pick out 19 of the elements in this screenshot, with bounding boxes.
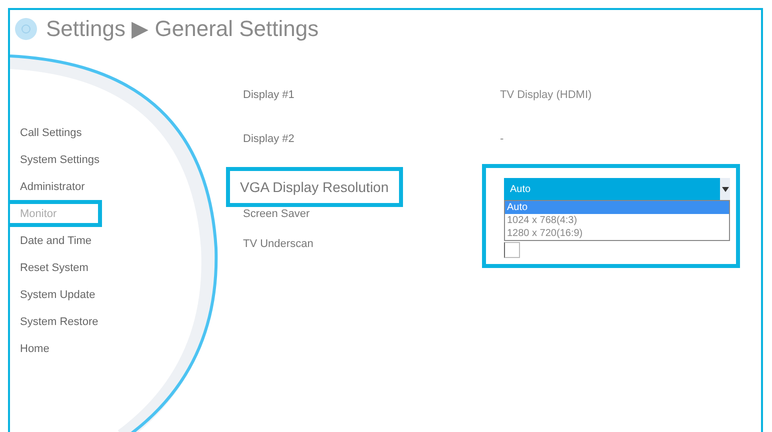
page-title: Settings ▶ General Settings: [46, 16, 319, 42]
caret-icon: [720, 178, 730, 200]
setting-label: Display #1: [242, 89, 296, 101]
sidebar-item[interactable]: System Settings: [10, 146, 112, 173]
setting-label: Display #2: [242, 133, 296, 145]
dropdown-option[interactable]: Auto: [505, 201, 729, 214]
sidebar-item[interactable]: Call Settings: [10, 119, 102, 146]
sidebar-item[interactable]: System Restore: [10, 308, 110, 335]
sidebar-item[interactable]: Administrator: [10, 173, 102, 200]
setting-label: Screen Saver: [242, 208, 311, 220]
sidebar-item[interactable]: Date and Time: [10, 227, 104, 254]
sidebar-item[interactable]: Home: [10, 335, 102, 362]
setting-label: VGA Display Resolution: [226, 167, 403, 207]
setting-label: TV Underscan: [242, 238, 314, 250]
sidebar-item[interactable]: Reset System: [10, 254, 102, 281]
checkbox[interactable]: [504, 242, 520, 258]
setting-value: -: [499, 133, 505, 145]
sidebar-item[interactable]: System Update: [10, 281, 108, 308]
setting-value: TV Display (HDMI): [499, 89, 593, 101]
